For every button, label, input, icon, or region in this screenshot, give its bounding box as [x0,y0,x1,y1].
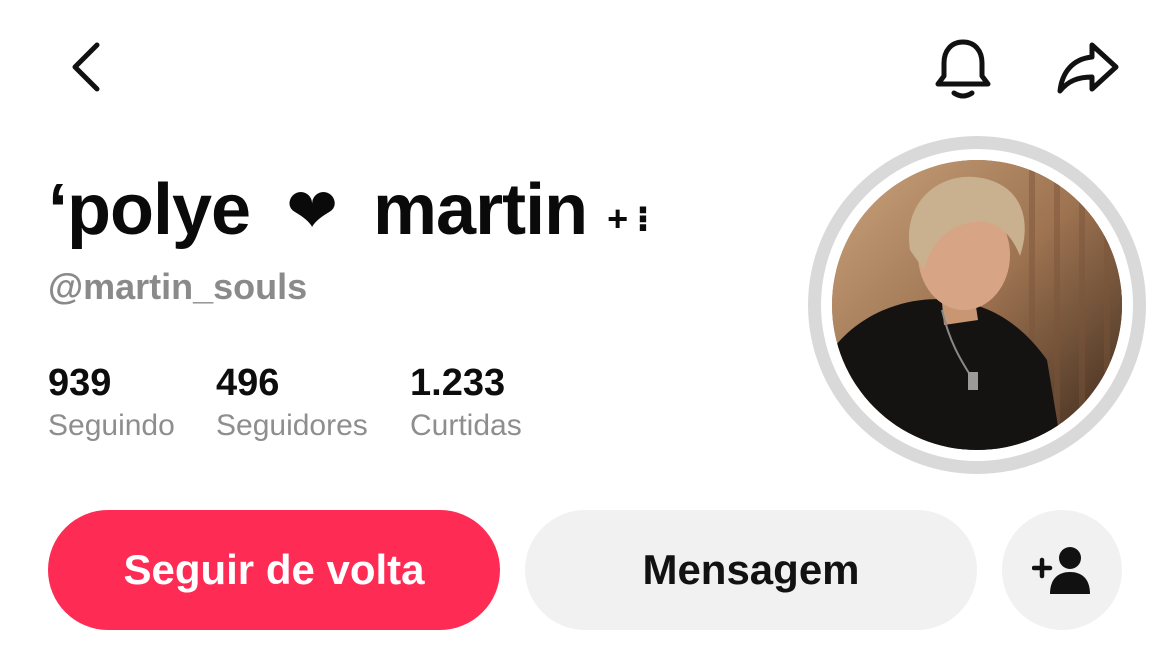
share-button[interactable] [1050,34,1126,100]
display-name-part2: martin [373,170,588,250]
username: @martin_souls [48,266,308,307]
stat-followers[interactable]: 496 Seguidores [216,360,368,446]
avatar-photo [832,160,1122,450]
avatar-illustration [832,160,1122,450]
follow-back-label: Seguir de volta [123,546,425,593]
display-name-part1: ‘polye [48,170,251,250]
add-user-icon [1032,547,1090,594]
following-label: Seguindo [48,409,175,442]
follow-back-button[interactable]: Seguir de volta [48,510,500,630]
heart-emoji: ❤ [286,176,338,246]
bell-icon [935,39,991,99]
stat-following[interactable]: 939 Seguindo [48,360,175,446]
add-friend-button[interactable] [1002,510,1122,630]
following-count: 939 [48,362,112,404]
avatar-border [821,149,1133,461]
likes-count: 1.233 [410,362,506,404]
name-decoration: + ⁝ [607,198,650,239]
followers-count: 496 [216,362,280,404]
stat-likes[interactable]: 1.233 Curtidas [410,360,522,446]
message-button[interactable]: Mensagem [525,510,977,630]
back-button[interactable] [54,34,120,100]
chevron-left-icon [72,42,100,92]
message-label: Mensagem [642,546,860,593]
share-arrow-icon [1057,42,1119,94]
display-name: ‘polye ❤ martin + ⁝ [48,160,650,260]
notifications-button[interactable] [926,32,1000,106]
followers-label: Seguidores [216,409,368,442]
avatar[interactable] [808,136,1146,474]
likes-label: Curtidas [410,409,522,442]
